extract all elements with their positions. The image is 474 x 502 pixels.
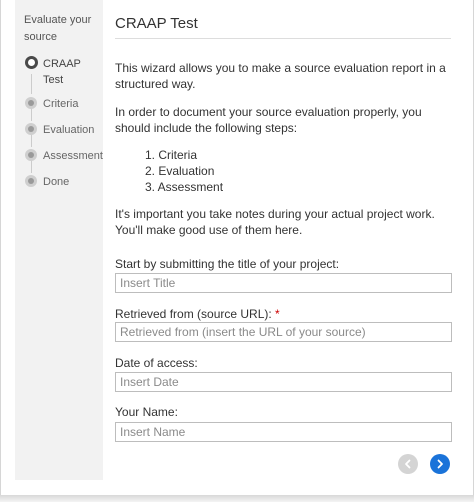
previous-button[interactable] [398, 454, 418, 474]
step-label: Done [43, 176, 70, 188]
url-field-label-text: Retrieved from (source URL): [115, 307, 276, 321]
step-evaluation[interactable]: Evaluation [25, 120, 101, 138]
url-field-label: Retrieved from (source URL): * [115, 307, 280, 321]
next-button[interactable] [430, 454, 450, 474]
required-marker: * [275, 307, 280, 321]
list-item: 2. Evaluation [145, 164, 215, 178]
date-input[interactable] [115, 372, 452, 392]
instructions-text: In order to document your source evaluat… [115, 105, 422, 135]
title-input[interactable] [115, 273, 452, 293]
window-bottom-shadow [0, 495, 474, 502]
step-pending-icon [25, 97, 37, 109]
step-assessment[interactable]: Assessment [25, 146, 103, 164]
name-input[interactable] [115, 422, 452, 442]
name-field-label: Your Name: [115, 405, 178, 419]
step-label: Evaluation [43, 124, 95, 136]
steps-sidebar: Evaluate your source CRAAP Test Criteria… [15, 0, 103, 480]
notes-text: It's important you take notes during you… [115, 207, 435, 237]
url-input[interactable] [115, 322, 452, 342]
step-pending-icon [25, 175, 37, 187]
page-title: CRAAP Test [115, 15, 198, 32]
steps-list: 1. Criteria 2. Evaluation 3. Assessment [145, 147, 223, 195]
step-current-icon [25, 56, 38, 69]
step-pending-icon [25, 123, 37, 135]
step-done[interactable]: Done [25, 172, 101, 190]
step-label: CRAAP Test [43, 58, 81, 86]
step-criteria[interactable]: Criteria [25, 94, 101, 112]
list-item: 1. Criteria [145, 148, 198, 162]
date-field-label: Date of access: [115, 356, 198, 370]
step-pending-icon [25, 149, 37, 161]
chevron-left-icon [405, 459, 411, 469]
step-label: Assessment [43, 150, 103, 162]
title-field-label: Start by submitting the title of your pr… [115, 257, 340, 271]
sidebar-title: Evaluate your source [24, 14, 92, 43]
step-craap-test[interactable]: CRAAP Test [25, 54, 101, 88]
step-label: Criteria [43, 98, 79, 110]
chevron-right-icon [437, 459, 443, 469]
intro-text: This wizard allows you to make a source … [115, 61, 446, 91]
title-divider [115, 38, 451, 39]
wizard-window: Evaluate your source CRAAP Test Criteria… [0, 0, 474, 496]
list-item: 3. Assessment [145, 180, 224, 194]
